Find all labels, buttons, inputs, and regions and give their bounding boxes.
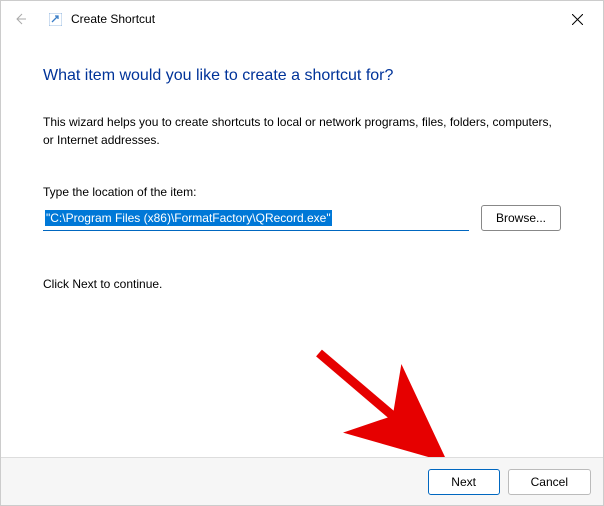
continue-hint: Click Next to continue.: [43, 277, 561, 291]
location-input-text: "C:\Program Files (x86)\FormatFactory\QR…: [45, 210, 332, 226]
wizard-content: What item would you like to create a sho…: [1, 37, 603, 291]
location-label: Type the location of the item:: [43, 185, 561, 199]
annotation-arrow: [309, 343, 459, 473]
cancel-button[interactable]: Cancel: [508, 469, 591, 495]
wizard-description: This wizard helps you to create shortcut…: [43, 113, 561, 149]
browse-button[interactable]: Browse...: [481, 205, 561, 231]
back-arrow-icon[interactable]: [9, 8, 31, 30]
close-button[interactable]: [563, 7, 591, 31]
dialog-footer: Next Cancel: [1, 457, 603, 505]
shortcut-icon: [47, 11, 63, 27]
titlebar: Create Shortcut: [1, 1, 603, 37]
location-row: "C:\Program Files (x86)\FormatFactory\QR…: [43, 205, 561, 231]
window-title: Create Shortcut: [71, 12, 155, 26]
next-button[interactable]: Next: [428, 469, 500, 495]
location-input[interactable]: "C:\Program Files (x86)\FormatFactory\QR…: [43, 205, 469, 231]
page-heading: What item would you like to create a sho…: [43, 67, 561, 85]
